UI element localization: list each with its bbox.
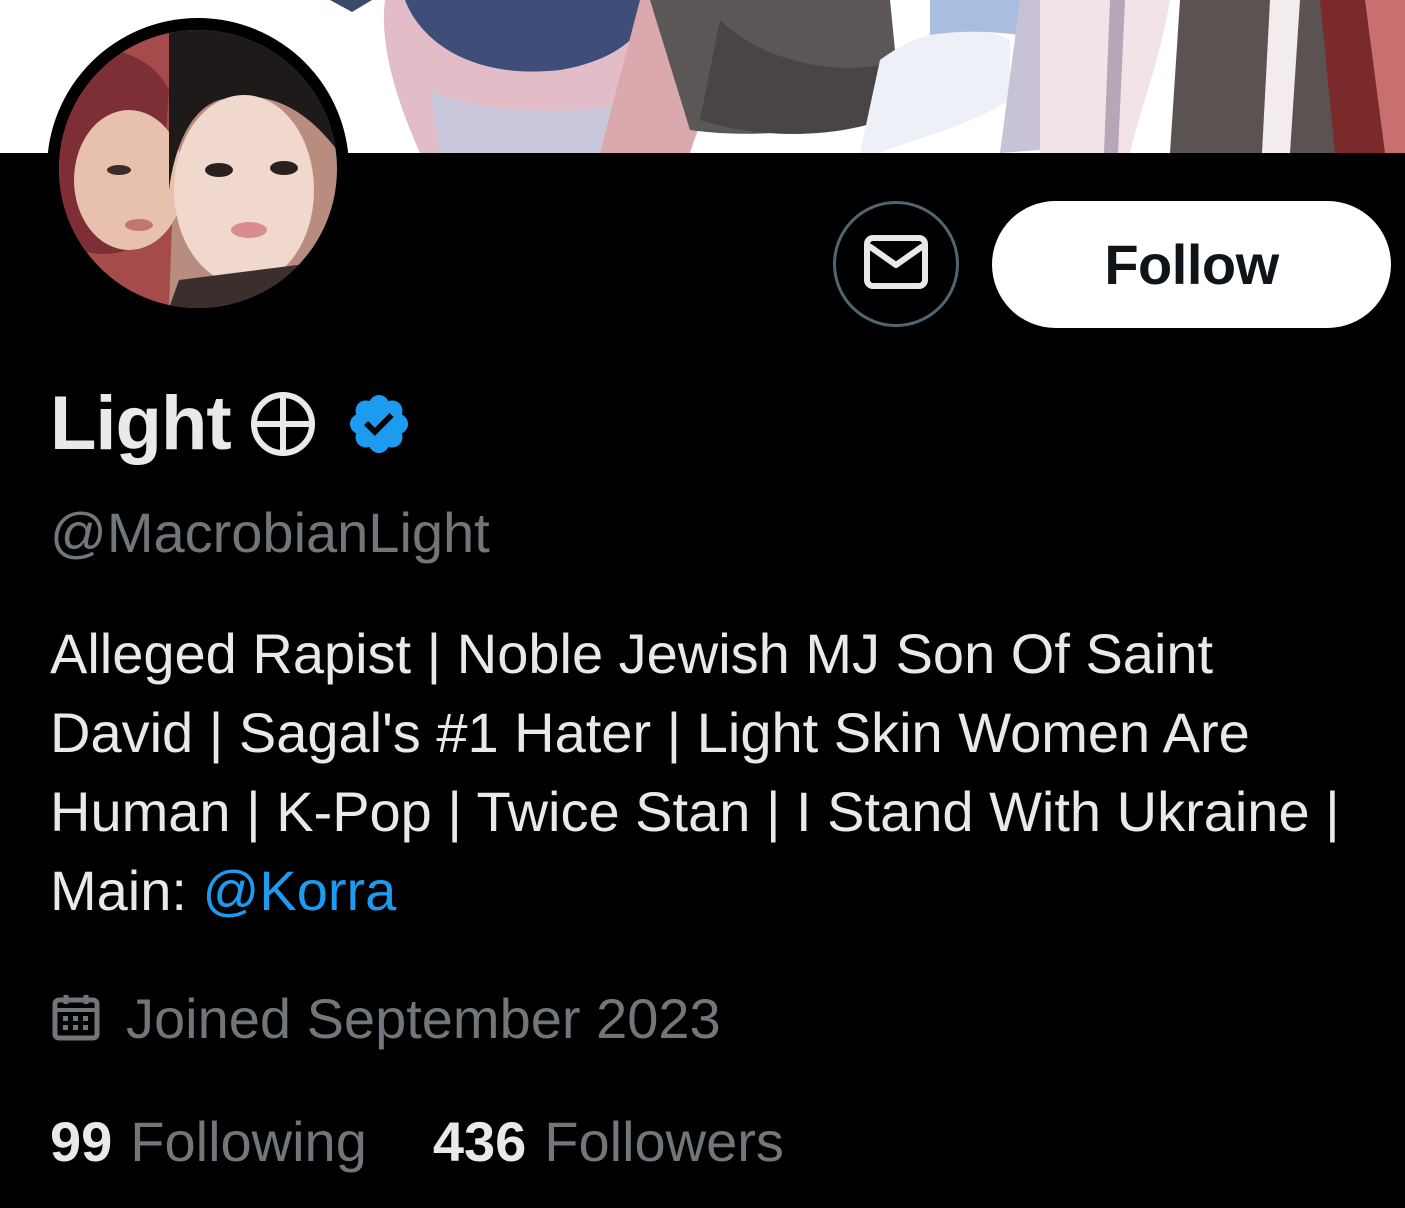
joined-date-text: Joined September 2023 <box>126 986 721 1050</box>
message-button[interactable] <box>833 201 959 327</box>
bio-mention-link[interactable]: @Korra <box>203 859 397 922</box>
display-name-row: Light <box>50 382 413 466</box>
following-link[interactable]: 99 Following <box>50 1109 367 1174</box>
follow-stats: 99 Following 436 Followers <box>50 1108 784 1174</box>
joined-date: Joined September 2023 <box>50 985 721 1051</box>
envelope-icon <box>863 234 929 295</box>
following-count: 99 <box>50 1109 113 1173</box>
profile-handle: @MacrobianLight <box>50 501 490 564</box>
follow-button[interactable]: Follow <box>992 201 1391 328</box>
profile-bio: Alleged Rapist | Noble Jewish MJ Son Of … <box>50 614 1340 930</box>
profile-page: Follow Light @MacrobianLight Alleged Rap… <box>0 0 1405 1208</box>
follow-button-label: Follow <box>1104 233 1279 296</box>
followers-label: Followers <box>544 1109 784 1173</box>
followers-count: 436 <box>432 1109 527 1173</box>
calendar-icon <box>50 992 102 1044</box>
display-name: Light <box>50 381 232 466</box>
verified-badge-icon[interactable] <box>345 390 413 458</box>
followers-link[interactable]: 436 Followers <box>433 1109 784 1174</box>
circled-plus-icon <box>249 390 317 458</box>
avatar[interactable] <box>47 18 349 320</box>
avatar-image <box>59 30 337 308</box>
following-label: Following <box>130 1109 367 1173</box>
